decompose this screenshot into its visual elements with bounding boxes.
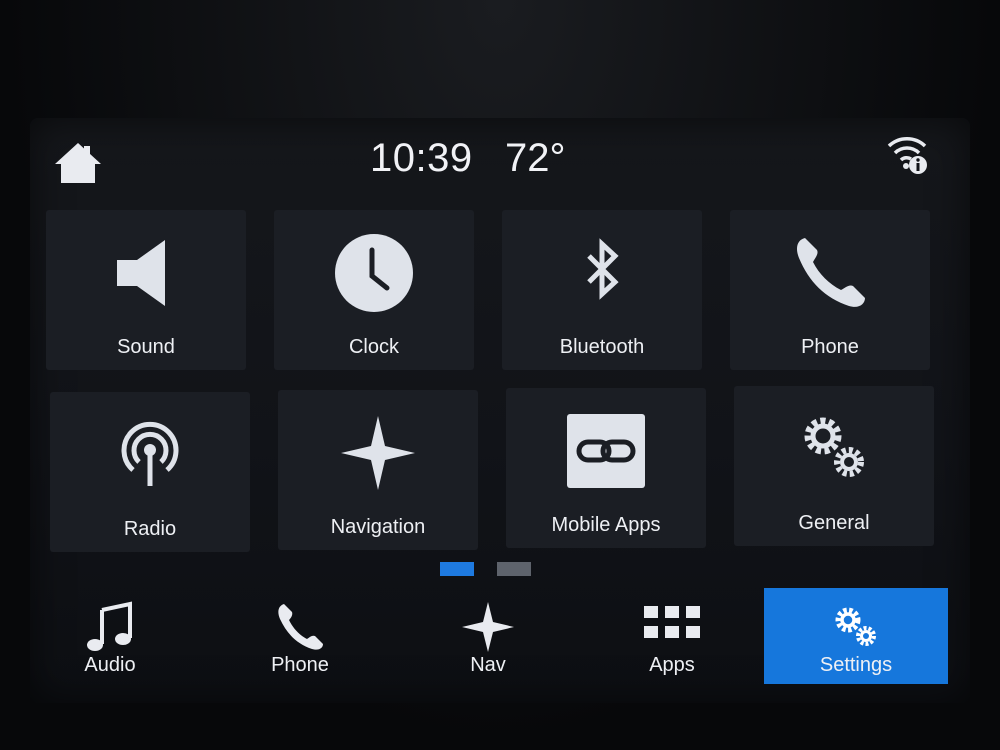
bottom-nav-bar: Audio Phone Nav Apps Settings <box>30 588 970 688</box>
phone-icon <box>278 604 323 650</box>
tile-label: Phone <box>801 336 859 358</box>
tile-clock[interactable]: Clock <box>274 210 474 370</box>
tile-mobile-apps[interactable]: Mobile Apps <box>506 388 706 548</box>
nav-phone[interactable]: Phone <box>230 588 370 684</box>
tile-bluetooth[interactable]: Bluetooth <box>502 210 702 370</box>
phone-icon <box>797 238 865 307</box>
tile-label: Clock <box>348 336 399 358</box>
nav-apps[interactable]: Apps <box>602 588 742 684</box>
nav-label: Nav <box>470 654 506 676</box>
page-indicator <box>440 562 560 578</box>
infotainment-screen: 10:39 72° Sound Clock Bluetooth Phone Ra… <box>30 118 970 703</box>
status-bar: 10:39 72° <box>30 118 970 208</box>
dashboard-bezel: 10:39 72° Sound Clock Bluetooth Phone Ra… <box>0 0 1000 750</box>
bluetooth-icon <box>587 238 619 300</box>
tile-label: Bluetooth <box>559 336 645 358</box>
tile-radio[interactable]: Radio <box>50 392 250 552</box>
nav-label: Audio <box>84 654 136 676</box>
nav-settings[interactable]: Settings <box>764 588 948 684</box>
status-temperature: 72° <box>505 136 566 180</box>
tile-navigation[interactable]: Navigation <box>278 390 478 550</box>
page-dot-inactive[interactable] <box>497 562 531 576</box>
home-icon[interactable] <box>52 140 104 186</box>
tile-label: General <box>798 512 870 534</box>
page-dot-active[interactable] <box>440 562 474 576</box>
compass-star-icon <box>341 416 415 490</box>
nav-nav[interactable]: Nav <box>418 588 558 684</box>
music-note-icon <box>87 601 132 651</box>
tile-phone[interactable]: Phone <box>730 210 930 370</box>
tile-general[interactable]: General <box>734 386 934 546</box>
nav-label: Settings <box>819 654 893 676</box>
speaker-icon <box>117 240 165 306</box>
wifi-info-icon[interactable] <box>885 132 929 176</box>
radio-icon <box>121 421 179 486</box>
gears-icon <box>835 607 876 646</box>
compass-star-icon <box>462 602 514 652</box>
nav-label: Phone <box>271 654 329 676</box>
tile-label: Mobile Apps <box>551 514 661 536</box>
tile-label: Radio <box>123 518 177 540</box>
tile-label: Navigation <box>330 516 426 538</box>
tile-label: Sound <box>117 336 175 358</box>
gears-icon <box>804 417 864 477</box>
nav-audio[interactable]: Audio <box>40 588 180 684</box>
nav-label: Apps <box>649 654 695 676</box>
status-time: 10:39 <box>370 136 473 180</box>
clock-icon <box>335 234 413 312</box>
tile-sound[interactable]: Sound <box>46 210 246 370</box>
apps-grid-icon <box>644 606 700 638</box>
settings-tile-grid: Sound Clock Bluetooth Phone Radio Naviga… <box>46 210 966 555</box>
link-icon <box>567 414 645 488</box>
